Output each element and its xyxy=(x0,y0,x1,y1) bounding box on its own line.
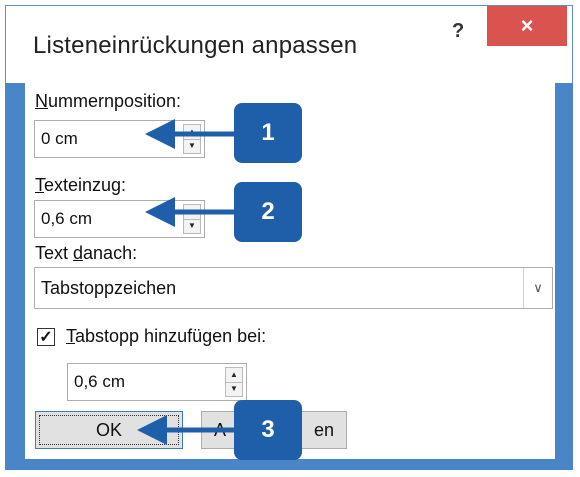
text-after-label-prefix: Text xyxy=(35,243,74,263)
cancel-button-label-right: en xyxy=(314,420,335,440)
spin-up-icon[interactable]: ▲ xyxy=(184,205,200,220)
text-after-label: Text danach: xyxy=(35,243,137,264)
text-after-selected: Tabstoppzeichen xyxy=(41,278,177,298)
text-after-accesskey: d xyxy=(73,243,84,263)
text-indent-field: ▲ ▼ xyxy=(34,200,205,238)
tab-stop-accesskey: T xyxy=(66,326,75,346)
ok-button[interactable]: OK xyxy=(35,411,183,449)
dialog-title: Listeneinrückungen anpassen xyxy=(33,32,358,59)
number-position-label: Nummernposition: xyxy=(35,91,181,112)
tab-stop-label-text: abstopp hinzufügen bei: xyxy=(75,326,267,346)
text-indent-spinner[interactable]: ▲ ▼ xyxy=(183,204,201,234)
chevron-down-icon[interactable]: ∨ xyxy=(523,268,552,308)
tab-stop-spinner[interactable]: ▲ ▼ xyxy=(225,367,243,397)
spin-down-icon[interactable]: ▼ xyxy=(184,139,200,153)
text-indent-label-text: exteinzug: xyxy=(44,175,127,195)
tab-stop-field: ▲ ▼ xyxy=(67,363,247,401)
text-after-dropdown[interactable]: Tabstoppzeichen ∨ xyxy=(34,267,553,309)
callout-badge-1: 1 xyxy=(234,103,302,163)
focus-indicator xyxy=(39,415,179,445)
spin-up-icon[interactable]: ▲ xyxy=(226,368,242,383)
spin-down-icon[interactable]: ▼ xyxy=(226,382,242,396)
title-bar: Listeneinrückungen anpassen ? × xyxy=(5,5,573,83)
number-position-label-text: ummernposition: xyxy=(48,91,182,111)
tab-stop-label: Tabstopp hinzufügen bei: xyxy=(66,326,266,347)
close-button[interactable]: × xyxy=(487,6,567,46)
callout-badge-2: 2 xyxy=(234,182,302,242)
tab-stop-checkbox[interactable]: ✓ xyxy=(37,328,55,346)
text-indent-accesskey: T xyxy=(35,175,44,195)
help-button[interactable]: ? xyxy=(452,20,464,43)
text-indent-input[interactable] xyxy=(35,201,181,237)
tab-stop-input[interactable] xyxy=(68,364,224,400)
spin-down-icon[interactable]: ▼ xyxy=(184,219,200,233)
cancel-button-label-left: A xyxy=(214,420,227,440)
text-indent-label: Texteinzug: xyxy=(35,175,126,196)
number-position-input[interactable] xyxy=(35,121,181,157)
number-position-accesskey: N xyxy=(35,91,48,111)
callout-badge-3: 3 xyxy=(234,400,302,460)
number-position-field: ▲ ▼ xyxy=(34,120,205,158)
number-position-spinner[interactable]: ▲ ▼ xyxy=(183,124,201,154)
text-after-label-text: anach: xyxy=(83,243,138,263)
spin-up-icon[interactable]: ▲ xyxy=(184,125,200,140)
